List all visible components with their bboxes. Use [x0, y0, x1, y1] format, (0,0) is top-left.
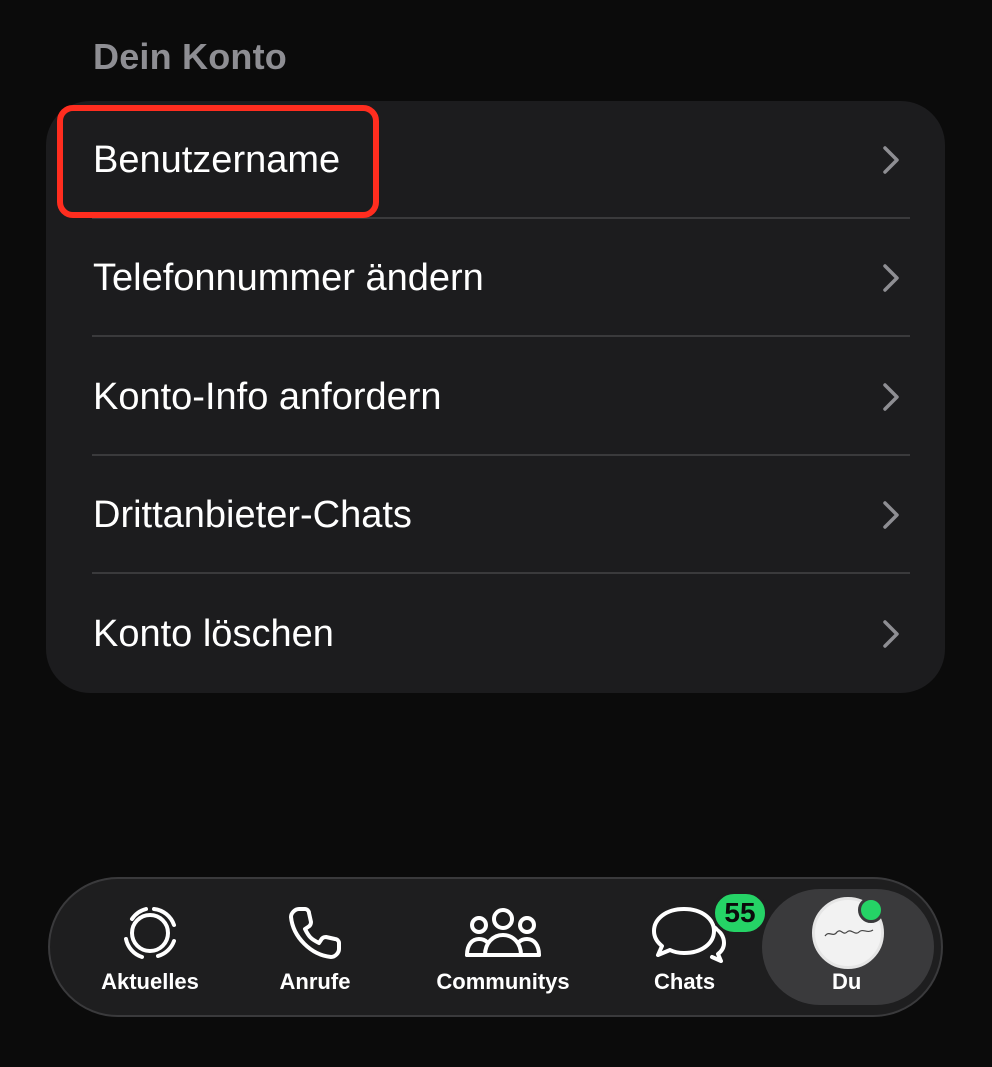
- divider: [92, 572, 910, 574]
- menu-item-delete-account[interactable]: Konto löschen: [46, 575, 945, 693]
- chevron-right-icon: [883, 501, 899, 529]
- chats-unread-badge: 55: [712, 891, 768, 935]
- chevron-right-icon: [883, 620, 899, 648]
- online-status-dot: [858, 897, 884, 923]
- tab-updates[interactable]: Aktuelles: [80, 879, 220, 1015]
- chevron-right-icon: [883, 264, 899, 292]
- tab-communities[interactable]: Communitys: [430, 879, 576, 1015]
- menu-item-label: Benutzername: [93, 138, 341, 181]
- chevron-right-icon: [883, 383, 899, 411]
- menu-item-label: Konto löschen: [93, 612, 334, 655]
- tab-label: Aktuelles: [101, 969, 199, 994]
- chevron-right-icon: [883, 146, 899, 174]
- menu-item-request-account-info[interactable]: Konto-Info anfordern: [46, 338, 945, 456]
- menu-item-label: Drittanbieter-Chats: [93, 493, 412, 536]
- account-settings-list: Benutzername Telefonnummer ändern Konto-…: [46, 101, 945, 693]
- phone-icon: [289, 907, 341, 959]
- tab-label: Du: [832, 969, 862, 994]
- section-title: Dein Konto: [93, 36, 287, 77]
- menu-item-third-party-chats[interactable]: Drittanbieter-Chats: [46, 456, 945, 574]
- menu-item-label: Konto-Info anfordern: [93, 375, 442, 418]
- divider: [92, 335, 910, 337]
- menu-item-label: Telefonnummer ändern: [93, 256, 484, 299]
- tab-label: Chats: [654, 969, 716, 994]
- menu-item-username[interactable]: Benutzername: [46, 101, 945, 219]
- status-icon: [124, 907, 176, 959]
- tab-calls[interactable]: Anrufe: [260, 879, 370, 1015]
- menu-item-change-phone-number[interactable]: Telefonnummer ändern: [46, 219, 945, 337]
- tab-bar: Aktuelles Anrufe Communitys Chats 55 Du: [48, 877, 943, 1017]
- tab-label: Anrufe: [279, 969, 351, 994]
- community-icon: [465, 908, 541, 957]
- tab-label: Communitys: [436, 969, 570, 994]
